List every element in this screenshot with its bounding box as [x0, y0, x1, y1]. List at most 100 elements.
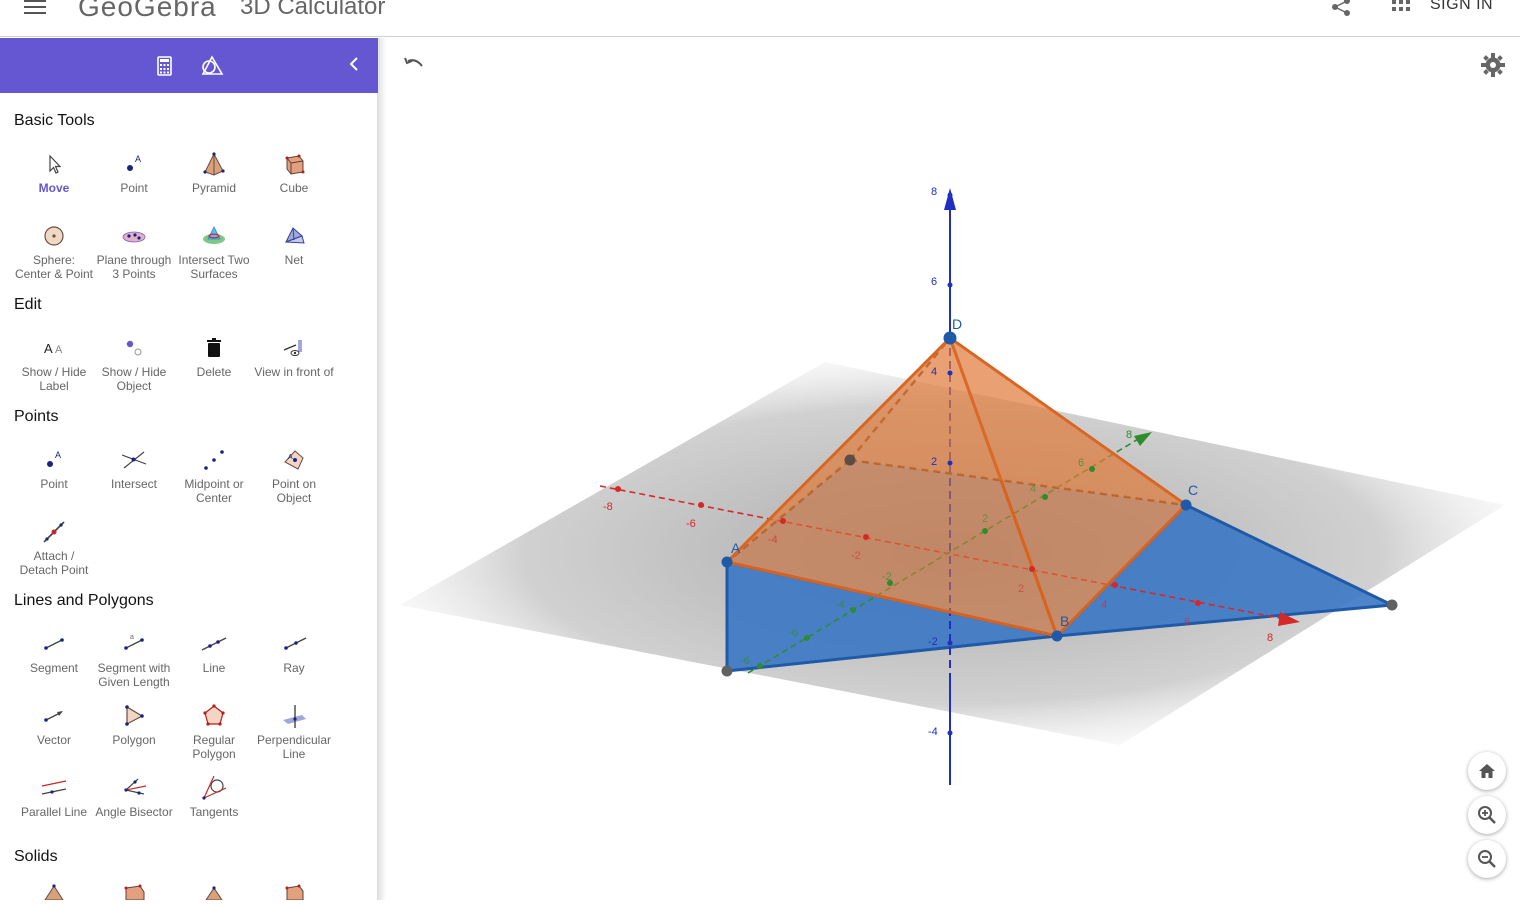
- parallel-icon: [41, 780, 67, 795]
- tool-pyramid[interactable]: Pyramid: [174, 150, 254, 195]
- tool-move[interactable]: Move: [14, 150, 94, 195]
- collapse-chevron-left-icon[interactable]: [344, 54, 364, 74]
- tool-label: Intersect Two Surfaces: [178, 253, 250, 281]
- sphere-icon: [44, 226, 64, 246]
- sign-in-button[interactable]: SIGN IN: [1430, 0, 1493, 14]
- ray-icon: [284, 637, 307, 650]
- solid-prism-icon[interactable]: [120, 884, 148, 900]
- tool-plane-three-points[interactable]: Plane through 3 Points: [94, 222, 174, 281]
- x-tick-label: -4: [768, 534, 778, 546]
- tool-show-hide-label[interactable]: AA Show / Hide Label: [14, 334, 94, 393]
- tool-parallel-line[interactable]: Parallel Line: [14, 774, 94, 819]
- solid-pyramid-icon[interactable]: [40, 884, 68, 900]
- z-tick-label: 2: [931, 456, 937, 468]
- home-view-button[interactable]: [1468, 752, 1506, 790]
- point-icon: A: [47, 450, 61, 467]
- net-icon: [284, 227, 305, 244]
- tool-sphere[interactable]: Sphere: Center & Point: [14, 222, 94, 281]
- pyramid-icon: [203, 152, 225, 176]
- zoom-out-button[interactable]: [1468, 840, 1506, 878]
- tools-sidebar: Basic Tools Move A Point Pyramid Cube Sp…: [0, 38, 378, 900]
- y-tick-label: -6: [740, 655, 750, 667]
- label-point-a: A: [731, 540, 741, 556]
- tool-label: Ray: [283, 661, 305, 675]
- tool-line[interactable]: Line: [174, 630, 254, 675]
- z-axis-arrow: [944, 188, 956, 210]
- solid-cube-icon[interactable]: [280, 884, 308, 900]
- segment-icon: [44, 638, 64, 650]
- tool-regular-polygon[interactable]: Regular Polygon: [174, 702, 254, 761]
- hamburger-menu-icon[interactable]: [24, 0, 46, 14]
- tools-tab-shapes-icon[interactable]: [194, 50, 230, 84]
- point-icon: A: [127, 154, 141, 171]
- view-front-icon: [283, 340, 302, 356]
- solid-extrude-pyramid-icon[interactable]: [200, 884, 228, 900]
- tool-label: Parallel Line: [20, 805, 88, 819]
- label-point-c: C: [1188, 482, 1198, 498]
- tool-intersect[interactable]: Intersect: [94, 446, 174, 491]
- tool-tangents[interactable]: Tangents: [174, 774, 254, 819]
- apps-grid-icon[interactable]: [1392, 0, 1410, 14]
- tool-label: Perpendicular Line: [256, 733, 332, 761]
- cursor-arrow-icon: [49, 154, 62, 174]
- tool-label: Plane through 3 Points: [96, 253, 172, 281]
- z-tick-label: 4: [931, 366, 937, 378]
- tool-segment[interactable]: Segment: [14, 630, 94, 675]
- svg-text:A: A: [55, 450, 61, 460]
- x-tick-label: -6: [686, 518, 696, 530]
- tool-view-in-front-of[interactable]: View in front of: [254, 334, 334, 379]
- regular-polygon-icon: [203, 704, 225, 726]
- category-title-solids: Solids: [14, 848, 58, 865]
- tool-label: Segment: [29, 661, 79, 675]
- undo-icon[interactable]: [402, 54, 426, 76]
- tool-delete[interactable]: Delete: [174, 334, 254, 379]
- tool-label: Cube: [279, 181, 309, 195]
- tool-point-on-object[interactable]: A Point on Object: [254, 446, 334, 505]
- tool-midpoint-or-center[interactable]: Midpoint or Center: [174, 446, 254, 505]
- algebra-tab-calculator-icon[interactable]: [146, 50, 182, 84]
- tool-label: Point on Object: [271, 477, 317, 505]
- x-tick-label: 4: [1101, 599, 1107, 611]
- svg-text:A: A: [55, 344, 63, 356]
- label-icon: AA: [44, 341, 63, 356]
- geogebra-logo[interactable]: GeoGebra: [78, 0, 217, 23]
- graphics-3d-view[interactable]: 8 6 4 2 -2 -4 -8 -6 -4 -2 2 4 6 8 8 6 4 …: [386, 38, 1520, 900]
- tool-label: Point: [120, 181, 148, 195]
- point-a[interactable]: [721, 556, 733, 568]
- x-tick-label: 6: [1184, 616, 1190, 628]
- tool-cube[interactable]: Cube: [254, 150, 334, 195]
- settings-gear-icon[interactable]: [1480, 52, 1506, 78]
- point-b[interactable]: [1051, 630, 1063, 642]
- tool-intersect-two-surfaces[interactable]: Intersect Two Surfaces: [174, 222, 254, 281]
- svg-text:A: A: [44, 341, 53, 356]
- tool-angle-bisector[interactable]: Angle Bisector: [94, 774, 174, 819]
- cube-icon: [285, 154, 305, 175]
- scene-3d[interactable]: 8 6 4 2 -2 -4 -8 -6 -4 -2 2 4 6 8 8 6 4 …: [386, 38, 1520, 900]
- share-icon[interactable]: [1330, 0, 1352, 17]
- point-c[interactable]: [1180, 499, 1192, 511]
- tool-point[interactable]: A Point: [94, 150, 174, 195]
- zoom-in-button[interactable]: [1468, 796, 1506, 834]
- midpoint-icon: [204, 450, 224, 470]
- tool-point-2[interactable]: A Point: [14, 446, 94, 491]
- x-tick-label: -8: [603, 501, 613, 513]
- tool-vector[interactable]: Vector: [14, 702, 94, 747]
- sidebar-tabbar: [0, 38, 378, 93]
- tool-perpendicular-line[interactable]: Perpendicular Line: [254, 702, 334, 761]
- app-header: GeoGebra 3D Calculator SIGN IN: [0, 0, 1520, 37]
- tool-net[interactable]: Net: [254, 222, 334, 267]
- y-tick-label: 4: [1030, 483, 1036, 495]
- tool-label: Attach / Detach Point: [19, 549, 89, 577]
- tool-attach-detach-point[interactable]: Attach / Detach Point: [14, 518, 94, 577]
- tool-segment-given-length[interactable]: a Segment with Given Length: [94, 630, 174, 689]
- y-tick-label: 8: [1126, 429, 1132, 441]
- tool-show-hide-object[interactable]: Show / Hide Object: [94, 334, 174, 393]
- point-d[interactable]: [943, 331, 957, 345]
- point-base-left[interactable]: [721, 665, 733, 677]
- point-base-right[interactable]: [1386, 599, 1398, 611]
- point-hidden[interactable]: [844, 454, 856, 466]
- svg-text:A: A: [135, 154, 141, 164]
- category-title-basic-tools: Basic Tools: [14, 112, 95, 129]
- tool-polygon[interactable]: Polygon: [94, 702, 174, 747]
- tool-ray[interactable]: Ray: [254, 630, 334, 675]
